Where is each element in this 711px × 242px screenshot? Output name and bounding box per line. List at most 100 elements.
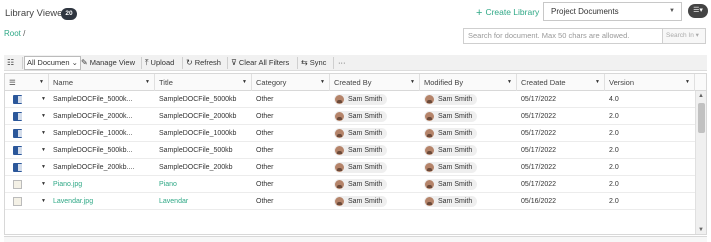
user-name: Sam Smith — [348, 147, 383, 154]
user-chip[interactable]: Sam Smith — [424, 94, 478, 105]
user-name: Sam Smith — [348, 181, 383, 188]
avatar — [425, 146, 434, 155]
create-library-link[interactable]: + Create Library — [476, 6, 539, 19]
avatar — [335, 129, 344, 138]
cell-created-by: Sam Smith — [330, 91, 420, 108]
caret-down-icon: ▼ — [685, 79, 690, 85]
cell-name[interactable]: SampleDOCFile_1000k... — [49, 125, 155, 142]
column-header-version[interactable]: Version ▼ — [605, 74, 695, 91]
refresh-button[interactable]: ↻ Refresh — [186, 55, 221, 71]
column-header-title[interactable]: Title ▼ — [155, 74, 252, 91]
row-actions-caret-icon[interactable]: ▼ — [41, 142, 46, 159]
search-in-dropdown[interactable]: Search In ▾ — [663, 28, 706, 44]
column-header-name[interactable]: Name ▼ — [49, 74, 155, 91]
toolbar-divider — [333, 57, 334, 69]
cell-version: 2.0 — [609, 147, 619, 154]
column-header-created-date[interactable]: Created Date ▼ — [517, 74, 605, 91]
sync-button[interactable]: ⇆ Sync — [301, 55, 326, 71]
breadcrumb: Root / — [4, 29, 25, 38]
user-chip[interactable]: Sam Smith — [424, 162, 478, 173]
table-row[interactable]: ▼ SampleDOCFile_500kb... SampleDOCFile_500… — [5, 142, 695, 159]
cell-title: SampleDOCFile_500kb — [159, 147, 233, 154]
user-chip[interactable]: Sam Smith — [424, 179, 478, 190]
cell-category: Other — [256, 198, 274, 205]
cell-created-date: 05/17/2022 — [521, 181, 557, 188]
user-chip[interactable]: Sam Smith — [424, 128, 478, 139]
manage-view-button[interactable]: ✎ Manage View — [81, 55, 135, 71]
cell-name[interactable]: SampleDOCFile_2000k... — [49, 108, 155, 125]
clear-all-filters-label: Clear All Filters — [238, 58, 290, 67]
grid-view-toggle[interactable]: ☷ — [7, 55, 16, 71]
toolbar-divider — [141, 57, 142, 69]
cell-modified-by: Sam Smith — [420, 193, 517, 210]
user-chip[interactable]: Sam Smith — [424, 196, 478, 207]
cell-created-date: 05/17/2022 — [521, 147, 557, 154]
user-name: Sam Smith — [438, 164, 473, 171]
table-row[interactable]: ▼ SampleDOCFile_1000k... SampleDOCFile_100… — [5, 125, 695, 142]
user-chip[interactable]: Sam Smith — [334, 179, 388, 190]
row-actions-caret-icon[interactable]: ▼ — [41, 108, 46, 125]
cell-title: Lavendar — [159, 198, 189, 205]
horizontal-scrollbar[interactable] — [4, 236, 707, 242]
table-row[interactable]: ▼ SampleDOCFile_2000k... SampleDOCFile_200… — [5, 108, 695, 125]
scrollbar-thumb[interactable] — [698, 103, 705, 133]
column-header-modified-by[interactable]: Modified By ▼ — [420, 74, 517, 91]
user-chip[interactable]: Sam Smith — [334, 128, 388, 139]
upload-button[interactable]: ⤒ Upload — [145, 55, 174, 71]
list-menu-button[interactable]: ☰▾ — [688, 4, 708, 18]
library-select[interactable]: Project Documents ▼ — [543, 2, 682, 21]
column-header-created-by[interactable]: Created By ▼ — [330, 74, 420, 91]
user-chip[interactable]: Sam Smith — [334, 145, 388, 156]
cell-created-date: 05/17/2022 — [521, 164, 557, 171]
user-chip[interactable]: Sam Smith — [334, 111, 388, 122]
toolbar-divider — [22, 57, 23, 69]
scroll-up-icon[interactable]: ▲ — [698, 93, 704, 99]
caret-down-icon: ▼ — [320, 79, 325, 85]
row-actions-caret-icon[interactable]: ▼ — [41, 193, 46, 210]
upload-icon: ⤒ — [145, 58, 149, 67]
row-actions-caret-icon[interactable]: ▼ — [41, 91, 46, 108]
user-name: Sam Smith — [348, 164, 383, 171]
cell-name[interactable]: SampleDOCFile_500kb... — [49, 142, 155, 159]
user-chip[interactable]: Sam Smith — [334, 196, 388, 207]
search-input[interactable]: Search for document. Max 50 chars are al… — [463, 28, 663, 44]
clear-all-filters-button[interactable]: ⊽ Clear All Filters — [231, 55, 289, 71]
column-header-select[interactable]: ☰ ▼ — [5, 74, 49, 91]
refresh-label: Refresh — [194, 58, 221, 67]
row-actions-caret-icon[interactable]: ▼ — [41, 159, 46, 176]
user-name: Sam Smith — [438, 130, 473, 137]
cell-name[interactable]: Lavendar.jpg — [49, 193, 155, 210]
image-file-icon — [13, 180, 22, 189]
column-header-label: Modified By — [424, 78, 464, 87]
caret-down-icon: ▼ — [242, 79, 247, 85]
row-actions-caret-icon[interactable]: ▼ — [41, 176, 46, 193]
table-row[interactable]: ▼ Lavendar.jpg Lavendar Other Sam Smith Sam S… — [5, 193, 695, 210]
cell-name[interactable]: SampleDOCFile_5000k... — [49, 91, 155, 108]
header-bar: Library Viewer 20 + Create Library Projec… — [0, 0, 711, 26]
filter-clear-icon: ⊽ — [231, 58, 237, 67]
row-actions-caret-icon[interactable]: ▼ — [41, 125, 46, 142]
view-list-icon: ☷ — [7, 58, 15, 67]
user-chip[interactable]: Sam Smith — [424, 111, 478, 122]
scroll-down-icon[interactable]: ▼ — [698, 227, 704, 233]
list-icon: ☰▾ — [693, 7, 703, 14]
user-chip[interactable]: Sam Smith — [334, 162, 388, 173]
table-row[interactable]: ▼ SampleDOCFile_200kb.... SampleDOCFile_20… — [5, 159, 695, 176]
view-select[interactable]: All Documen ⌄ — [24, 56, 81, 70]
column-header-category[interactable]: Category ▼ — [252, 74, 330, 91]
cell-version: 2.0 — [609, 130, 619, 137]
user-chip[interactable]: Sam Smith — [424, 145, 478, 156]
table-row[interactable]: ▼ SampleDOCFile_5000k... SampleDOCFile_500… — [5, 91, 695, 108]
cell-name[interactable]: SampleDOCFile_200kb.... — [49, 159, 155, 176]
column-header-label: Created Date — [521, 78, 566, 87]
breadcrumb-root[interactable]: Root — [4, 29, 21, 38]
vertical-scrollbar[interactable]: ▲ ▼ — [695, 91, 706, 234]
more-options-button[interactable]: ··· — [338, 55, 346, 71]
more-icon: ··· — [338, 58, 346, 67]
cell-name[interactable]: Piano.jpg — [49, 176, 155, 193]
user-chip[interactable]: Sam Smith — [334, 94, 388, 105]
view-select-value: All Documen — [27, 58, 70, 67]
table-row[interactable]: ▼ Piano.jpg Piano Other Sam Smith Sam Smith 05… — [5, 176, 695, 193]
pencil-icon: ✎ — [81, 58, 88, 67]
avatar — [425, 129, 434, 138]
